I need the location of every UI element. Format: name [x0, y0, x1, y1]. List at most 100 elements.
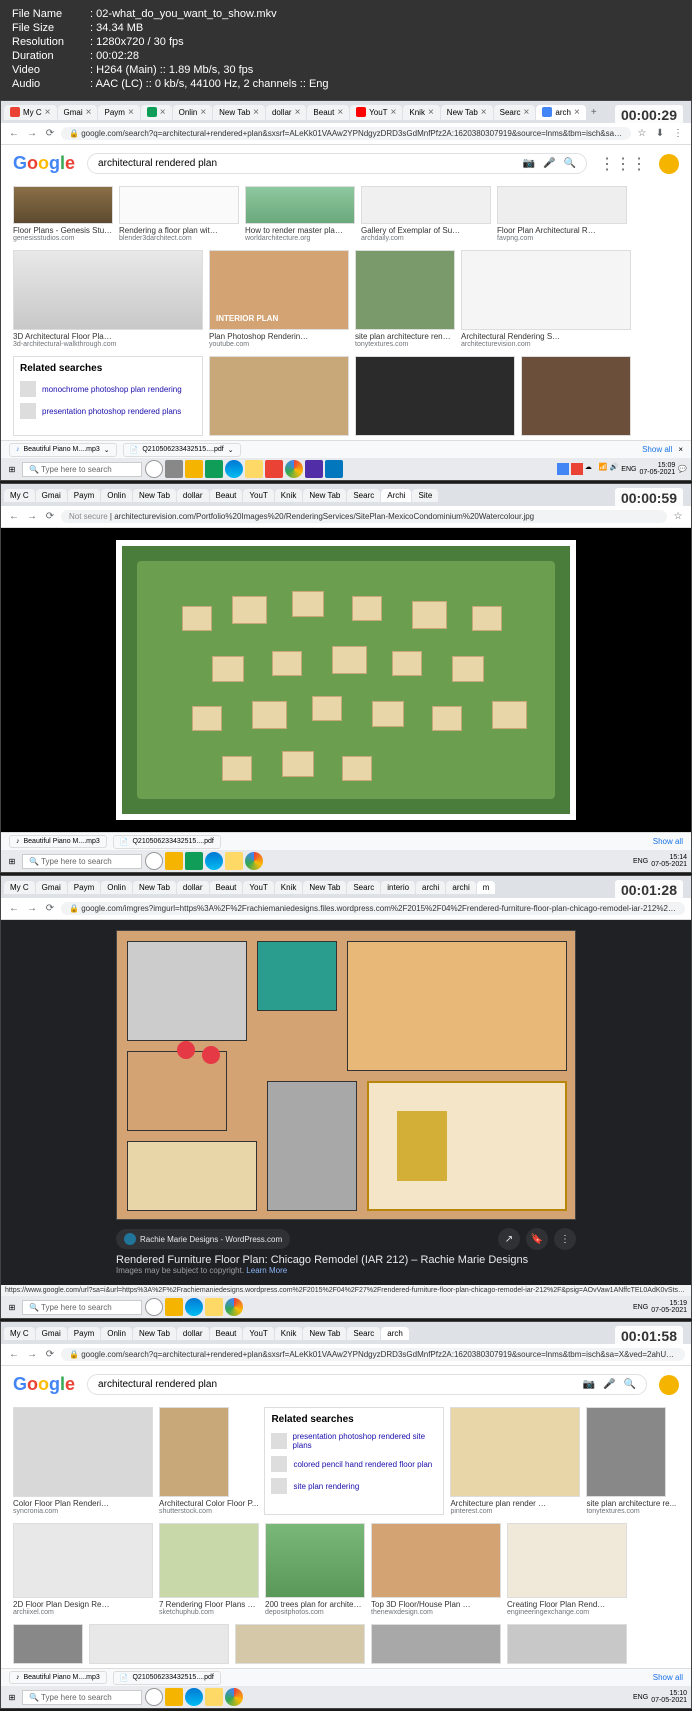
browser-tab-active[interactable]: arch: [381, 1327, 409, 1340]
browser-tab[interactable]: Gmai: [36, 489, 67, 502]
windows-start-icon[interactable]: ⊞: [5, 1300, 19, 1314]
avatar[interactable]: [659, 1375, 679, 1395]
new-tab-button[interactable]: +: [587, 105, 601, 119]
browser-tab[interactable]: Knik: [275, 489, 303, 502]
close-icon[interactable]: ×: [428, 107, 434, 118]
browser-tab[interactable]: Gmai: [36, 1327, 67, 1340]
tray-icon[interactable]: [557, 463, 569, 475]
browser-tab[interactable]: Onlin: [101, 881, 132, 894]
browser-tab-active[interactable]: m: [477, 881, 496, 894]
browser-tab[interactable]: Gmai: [36, 881, 67, 894]
close-icon[interactable]: ×: [295, 107, 301, 118]
browser-tab[interactable]: Site: [412, 489, 438, 502]
google-logo[interactable]: Google: [13, 1374, 75, 1395]
clock-time[interactable]: 15:10: [651, 1690, 687, 1697]
browser-tab[interactable]: dollar: [177, 881, 209, 894]
browser-tab[interactable]: interio: [381, 881, 415, 894]
edge-icon[interactable]: [225, 460, 243, 478]
url-input[interactable]: 🔒 google.com/search?q=architectural+rend…: [61, 1348, 685, 1361]
download-item[interactable]: 📄Q210506233432515....pdf: [113, 835, 221, 849]
chrome-icon[interactable]: [225, 1688, 243, 1706]
image-result[interactable]: [89, 1624, 229, 1664]
browser-tab-active[interactable]: Archi: [381, 489, 411, 502]
image-result[interactable]: How to render master plan in photoshop .…: [245, 186, 355, 242]
image-result[interactable]: Architecture plan render by photoshop ..…: [450, 1407, 580, 1515]
close-icon[interactable]: ×: [337, 107, 343, 118]
star-icon[interactable]: ☆: [671, 510, 685, 524]
windows-start-icon[interactable]: ⊞: [5, 462, 19, 476]
image-result[interactable]: 200 trees plan for architectural ... — i…: [265, 1523, 365, 1616]
image-result[interactable]: Creating Floor Plan Rendering Services .…: [507, 1523, 627, 1616]
url-input[interactable]: 🔒 google.com/imgres?imgurl=https%3A%2F%2…: [61, 902, 685, 915]
image-result[interactable]: Color Floor Plan Rendering Photoshop ...…: [13, 1407, 153, 1515]
taskbar-search[interactable]: 🔍 Type here to search: [22, 1690, 142, 1705]
image-result[interactable]: INTERIOR PLANPlan Photoshop Rendering Mo…: [209, 250, 349, 348]
browser-tab[interactable]: Beaut×: [307, 105, 349, 120]
image-result[interactable]: Architectural Color Floor P...shuttersto…: [159, 1407, 258, 1515]
image-result[interactable]: Floor Plan Architectural Rendering ...fa…: [497, 186, 627, 242]
close-icon[interactable]: ×: [678, 445, 683, 454]
language-indicator[interactable]: ENG: [633, 1694, 648, 1701]
image-result[interactable]: Architectural Rendering Servicesarchitec…: [461, 250, 631, 348]
download-item[interactable]: ♪Beautiful Piano M....mp3: [9, 835, 107, 848]
browser-tab[interactable]: Onlin: [101, 489, 132, 502]
chrome-icon[interactable]: [245, 852, 263, 870]
browser-tab[interactable]: New Tab: [303, 489, 346, 502]
browser-tab[interactable]: New Tab: [303, 1327, 346, 1340]
chrome-icon[interactable]: [225, 1298, 243, 1316]
folder-icon[interactable]: [225, 852, 243, 870]
app-icon[interactable]: [185, 460, 203, 478]
clock-time[interactable]: 15:14: [651, 854, 687, 861]
browser-tab[interactable]: New Tab: [133, 881, 176, 894]
back-icon[interactable]: ←: [7, 1348, 21, 1362]
download-item[interactable]: 📄Q210506233432515....pdf⌄: [123, 443, 241, 457]
image-result[interactable]: [235, 1624, 365, 1664]
close-icon[interactable]: ×: [86, 107, 92, 118]
browser-tab[interactable]: Onlin×: [173, 105, 213, 120]
search-icon[interactable]: 🔍: [564, 158, 576, 169]
app-icon[interactable]: [165, 1688, 183, 1706]
browser-tab[interactable]: Beaut: [210, 1327, 243, 1340]
image-source-chip[interactable]: Rachie Marie Designs - WordPress.com: [116, 1229, 290, 1249]
related-search-link[interactable]: presentation photoshop rendered plans: [20, 400, 196, 422]
image-result[interactable]: Rendering a floor plan with Blend...blen…: [119, 186, 239, 242]
app-icon[interactable]: [185, 852, 203, 870]
browser-tab[interactable]: Gmai×: [58, 105, 98, 120]
clock-time[interactable]: 15:09: [639, 462, 675, 469]
app-icon[interactable]: [145, 1688, 163, 1706]
close-icon[interactable]: ×: [128, 107, 134, 118]
download-item[interactable]: ♪Beautiful Piano M....mp3⌄: [9, 443, 117, 457]
windows-start-icon[interactable]: ⊞: [5, 1690, 19, 1704]
edge-icon[interactable]: [185, 1688, 203, 1706]
image-result[interactable]: 2D Floor Plan Design Rendering using ...…: [13, 1523, 153, 1616]
browser-tab[interactable]: Paym×: [98, 105, 139, 120]
menu-icon[interactable]: ⋮: [671, 127, 685, 141]
reload-icon[interactable]: ⟳: [43, 902, 57, 916]
folder-icon[interactable]: [205, 1688, 223, 1706]
image-result[interactable]: [13, 1624, 83, 1664]
browser-tab[interactable]: dollar: [177, 1327, 209, 1340]
back-icon[interactable]: ←: [7, 510, 21, 524]
url-input[interactable]: 🔒 google.com/search?q=architectural+rend…: [61, 127, 631, 140]
image-result[interactable]: Floor Plans - Genesis Studiosgenesisstud…: [13, 186, 113, 242]
browser-tab[interactable]: dollar×: [266, 105, 306, 120]
tray-icon[interactable]: [571, 463, 583, 475]
forward-icon[interactable]: →: [25, 510, 39, 524]
chrome-icon[interactable]: [285, 460, 303, 478]
app-icon[interactable]: [165, 852, 183, 870]
more-icon[interactable]: ⋮: [554, 1228, 576, 1250]
app-icon[interactable]: [165, 460, 183, 478]
camera-icon[interactable]: 📷: [583, 1379, 595, 1390]
browser-tab[interactable]: My C: [4, 881, 35, 894]
extension-icon[interactable]: ⬇: [653, 127, 667, 141]
browser-tab[interactable]: Onlin: [101, 1327, 132, 1340]
mic-icon[interactable]: 🎤: [603, 1379, 615, 1390]
app-icon[interactable]: [145, 1298, 163, 1316]
language-indicator[interactable]: ENG: [621, 466, 636, 473]
app-icon[interactable]: [165, 1298, 183, 1316]
browser-tab[interactable]: Knik: [275, 1327, 303, 1340]
back-icon[interactable]: ←: [7, 127, 21, 141]
share-icon[interactable]: ↗: [498, 1228, 520, 1250]
close-icon[interactable]: ×: [391, 107, 397, 118]
reload-icon[interactable]: ⟳: [43, 1348, 57, 1362]
